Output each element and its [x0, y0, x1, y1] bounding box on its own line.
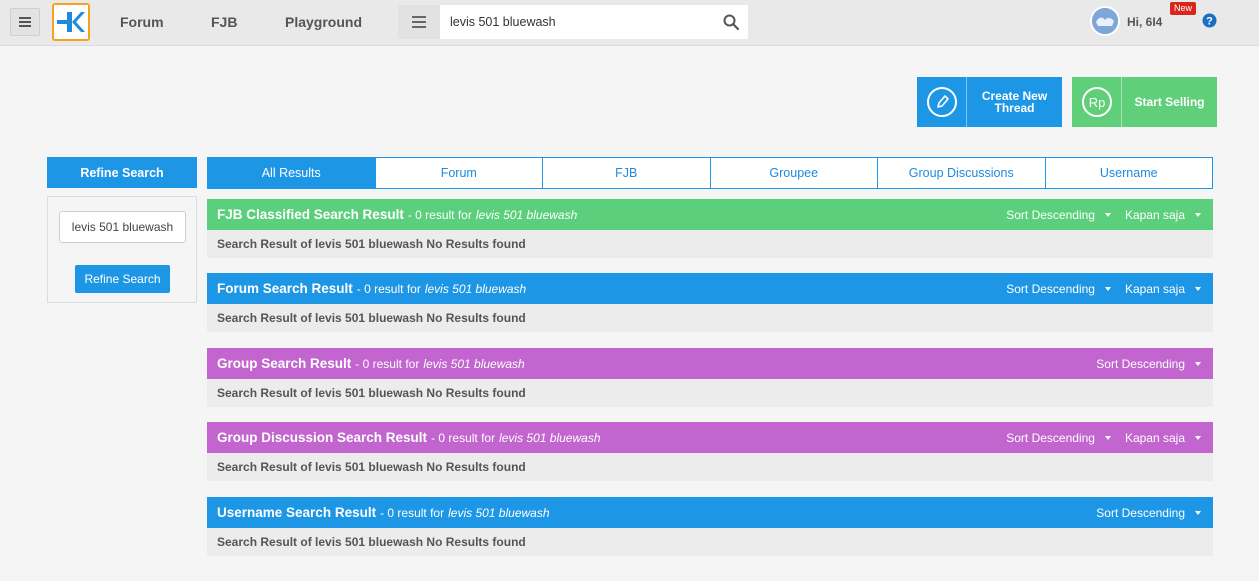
section-query: levis 501 bluewash [475, 207, 578, 222]
section-title: Group Search Result [217, 356, 352, 371]
section-title: Group Discussion Search Result [217, 430, 428, 445]
svg-text:?: ? [1206, 16, 1213, 28]
refine-search-panel: Refine Search [47, 196, 197, 303]
sort-dropdown[interactable]: Sort Descending [1006, 282, 1111, 296]
section-header: FJB Classified Search Result - 0 result … [207, 199, 1213, 230]
section-title: Username Search Result [217, 505, 377, 520]
nav-playground-link[interactable]: Playground [285, 14, 362, 30]
caret-down-icon [1104, 435, 1111, 440]
search-input[interactable] [440, 5, 710, 39]
section-empty-message: Search Result of levis 501 bluewash No R… [207, 528, 1213, 556]
section-header: Group Search Result - 0 result for levis… [207, 348, 1213, 379]
nav-fjb-link[interactable]: FJB [211, 14, 237, 30]
search-bar [398, 5, 748, 39]
caret-down-icon [1195, 510, 1201, 515]
create-new-thread-label: Create New Thread [981, 89, 1048, 115]
time-dropdown[interactable]: Kapan saja [1125, 282, 1201, 296]
refine-search-title: Refine Search [47, 157, 197, 188]
section-empty-message: Search Result of levis 501 bluewash No R… [207, 453, 1213, 481]
tab-fjb[interactable]: FJB [542, 158, 710, 188]
tab-groupee[interactable]: Groupee [709, 158, 878, 188]
sort-label: Sort Descending [1006, 281, 1095, 296]
section-query: levis 501 bluewash [499, 430, 601, 445]
tab-all-results[interactable]: All Results [208, 158, 375, 188]
section-count: - 0 result for [355, 356, 420, 371]
svg-text:Rp: Rp [1088, 95, 1105, 110]
main-menu-button[interactable] [10, 8, 40, 36]
tab-forum[interactable]: Forum [374, 158, 543, 188]
time-label: Kapan saja [1124, 207, 1185, 222]
section-header: Username Search Result - 0 result for le… [207, 497, 1213, 528]
refine-search-input[interactable] [59, 211, 186, 243]
user-avatar[interactable] [1090, 6, 1120, 36]
section-empty-message: Search Result of levis 501 bluewash No R… [207, 379, 1213, 407]
result-tabs: All Results Forum FJB Groupee Group Disc… [207, 157, 1213, 189]
caret-down-icon [1195, 361, 1201, 366]
caret-down-icon [1195, 435, 1201, 440]
sort-dropdown[interactable]: Sort Descending [1006, 431, 1111, 445]
sort-label: Sort Descending [1006, 207, 1095, 222]
section-query: levis 501 bluewash [424, 281, 527, 296]
caret-down-icon [1195, 212, 1201, 217]
username-search-section: Username Search Result - 0 result for le… [207, 497, 1213, 556]
list-icon [412, 16, 426, 28]
avatar-image-icon [1092, 8, 1118, 34]
k-logo-icon [57, 12, 85, 32]
hamburger-icon [19, 17, 31, 27]
forum-search-section: Forum Search Result - 0 result for levis… [207, 273, 1213, 332]
start-selling-icon-wrap: Rp [1072, 77, 1122, 127]
sort-label: Sort Descending [1006, 430, 1095, 445]
rupiah-icon: Rp [1081, 87, 1112, 117]
start-selling-label: Start Selling [1134, 95, 1205, 109]
section-title: Forum Search Result [217, 281, 353, 296]
section-header: Group Discussion Search Result - 0 resul… [207, 422, 1213, 453]
start-selling-button[interactable]: Rp Start Selling [1072, 77, 1217, 127]
sort-label: Sort Descending [1096, 505, 1185, 520]
tab-username[interactable]: Username [1044, 158, 1213, 188]
caret-down-icon [1195, 286, 1201, 291]
sort-dropdown[interactable]: Sort Descending [1096, 506, 1201, 520]
time-dropdown[interactable]: Kapan saja [1125, 431, 1201, 445]
group-search-section: Group Search Result - 0 result for levis… [207, 348, 1213, 407]
new-notification-badge: New [1170, 2, 1197, 15]
section-count: - 0 result for [380, 505, 445, 520]
group-discussion-section: Group Discussion Search Result - 0 resul… [207, 422, 1213, 481]
section-count: - 0 result for [356, 281, 421, 296]
sort-dropdown[interactable]: Sort Descending [1006, 208, 1111, 222]
fjb-classified-section: FJB Classified Search Result - 0 result … [207, 199, 1213, 258]
create-thread-icon-wrap [917, 77, 967, 127]
nav-forum-link[interactable]: Forum [120, 14, 164, 30]
search-category-button[interactable] [398, 5, 440, 39]
sort-dropdown[interactable]: Sort Descending [1096, 357, 1201, 371]
section-empty-message: Search Result of levis 501 bluewash No R… [207, 230, 1213, 258]
kaskus-logo[interactable] [52, 3, 90, 41]
time-label: Kapan saja [1124, 281, 1185, 296]
search-icon[interactable] [722, 13, 740, 31]
tab-group-discussions[interactable]: Group Discussions [877, 158, 1045, 188]
caret-down-icon [1104, 286, 1111, 291]
user-greeting[interactable]: Hi, 6I4 [1127, 15, 1162, 29]
time-label: Kapan saja [1124, 430, 1185, 445]
section-empty-message: Search Result of levis 501 bluewash No R… [207, 304, 1213, 332]
sort-label: Sort Descending [1096, 356, 1185, 371]
section-title: FJB Classified Search Result [217, 207, 404, 222]
create-new-thread-button[interactable]: Create New Thread [917, 77, 1062, 127]
section-count: - 0 result for [431, 430, 496, 445]
section-count: - 0 result for [407, 207, 472, 222]
caret-down-icon [1104, 212, 1111, 217]
help-icon[interactable]: ? [1202, 13, 1217, 28]
section-header: Forum Search Result - 0 result for levis… [207, 273, 1213, 304]
section-query: levis 501 bluewash [423, 356, 525, 371]
section-query: levis 501 bluewash [448, 505, 550, 520]
top-navigation-bar: Forum FJB Playground Hi, 6I4 New ? [0, 0, 1259, 46]
time-dropdown[interactable]: Kapan saja [1125, 208, 1201, 222]
refine-search-button[interactable]: Refine Search [75, 265, 170, 293]
pencil-icon [926, 87, 957, 117]
